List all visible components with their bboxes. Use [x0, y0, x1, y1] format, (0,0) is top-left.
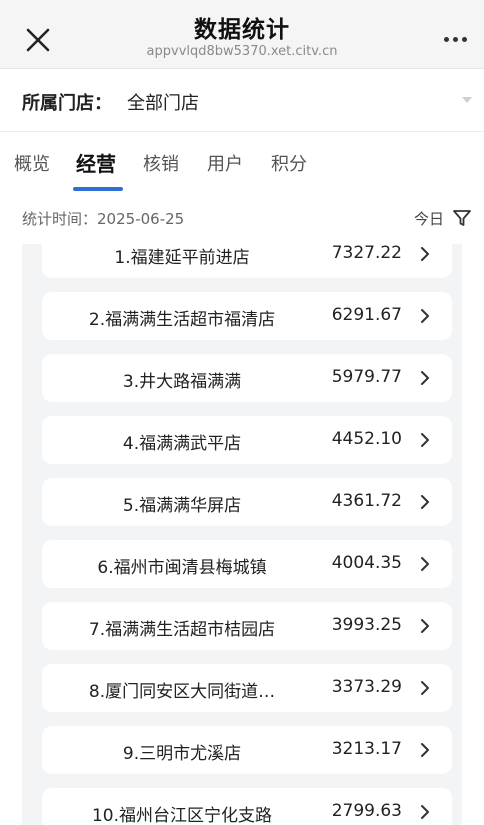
- tab-points[interactable]: 积分: [271, 150, 307, 176]
- store-name: 6.福州市闽清县梅城镇: [97, 558, 267, 578]
- store-name: 10.福州台江区宁化支路: [91, 806, 273, 825]
- store-amount: 6291.67: [331, 305, 402, 325]
- chevron-right-icon[interactable]: [418, 804, 432, 820]
- chevron-right-icon[interactable]: [418, 308, 432, 324]
- date-range-label[interactable]: 今日: [414, 208, 444, 229]
- store-selector[interactable]: 所属门店： 全部门店: [0, 69, 484, 132]
- store-name: 3.井大路福满满: [122, 372, 242, 392]
- list-item[interactable]: 1.福建延平前进店 7327.22: [42, 244, 452, 278]
- chevron-right-icon[interactable]: [418, 742, 432, 758]
- tab-bar: 概览 经营 核销 用户 积分: [0, 132, 484, 192]
- store-amount: 7327.22: [331, 244, 402, 263]
- store-amount: 4004.35: [331, 553, 402, 573]
- title-bar: 数据统计 appvvlqd8bw5370.xet.citv.cn: [0, 0, 484, 69]
- store-amount: 4452.10: [331, 429, 402, 449]
- more-dot-icon: [461, 36, 467, 42]
- store-name: 1.福建延平前进店: [114, 248, 250, 268]
- store-label: 所属门店：: [22, 93, 112, 114]
- tab-users[interactable]: 用户: [207, 150, 243, 176]
- list-item[interactable]: 5.福满满华屏店 4361.72: [42, 478, 452, 526]
- more-dot-icon: [443, 36, 449, 42]
- store-amount: 2799.63: [331, 801, 402, 821]
- chevron-right-icon[interactable]: [418, 370, 432, 386]
- stat-date: 统计时间：2025-06-25: [22, 208, 184, 229]
- store-value[interactable]: 全部门店: [127, 89, 199, 115]
- chevron-down-icon[interactable]: [462, 97, 472, 103]
- chevron-right-icon[interactable]: [418, 680, 432, 696]
- list-item[interactable]: 9.三明市尤溪店 3213.17: [42, 726, 452, 774]
- tab-operations[interactable]: 经营: [76, 148, 116, 177]
- page-title: 数据统计: [194, 17, 290, 43]
- store-name: 9.三明市尤溪店: [122, 744, 242, 764]
- chevron-right-icon[interactable]: [418, 618, 432, 634]
- more-button[interactable]: [438, 26, 472, 52]
- store-name: 7.福满满生活超市桔园店: [88, 620, 276, 640]
- active-tab-indicator: [73, 187, 123, 191]
- list-item[interactable]: 3.井大路福满满 5979.77: [42, 354, 452, 402]
- list-item[interactable]: 2.福满满生活超市福清店 6291.67: [42, 292, 452, 340]
- chevron-right-icon[interactable]: [418, 246, 432, 262]
- store-amount: 3993.25: [331, 615, 402, 635]
- stat-date-value: 2025-06-25: [97, 210, 185, 228]
- filter-icon[interactable]: [452, 208, 472, 228]
- list-item[interactable]: 8.厦门同安区大同街道… 3373.29: [42, 664, 452, 712]
- tab-redemption[interactable]: 核销: [143, 150, 179, 176]
- chevron-right-icon[interactable]: [418, 556, 432, 572]
- chevron-right-icon[interactable]: [418, 494, 432, 510]
- list-item[interactable]: 7.福满满生活超市桔园店 3993.25: [42, 602, 452, 650]
- store-amount: 4361.72: [331, 491, 402, 511]
- store-name: 2.福满满生活超市福清店: [88, 310, 276, 330]
- store-amount: 5979.77: [331, 367, 402, 387]
- list-item[interactable]: 4.福满满武平店 4452.10: [42, 416, 452, 464]
- store-amount: 3373.29: [331, 677, 402, 697]
- date-row: 统计时间：2025-06-25 今日: [0, 192, 484, 244]
- store-name: 5.福满满华屏店: [122, 496, 242, 516]
- list-item[interactable]: 10.福州台江区宁化支路 2799.63: [42, 788, 452, 825]
- page-url: appvvlqd8bw5370.xet.citv.cn: [146, 44, 338, 59]
- chevron-right-icon[interactable]: [418, 432, 432, 448]
- store-name: 8.厦门同安区大同街道…: [88, 682, 276, 702]
- more-dot-icon: [452, 36, 458, 42]
- list-item[interactable]: 6.福州市闽清县梅城镇 4004.35: [42, 540, 452, 588]
- ranking-list: 1.福建延平前进店 7327.22 2.福满满生活超市福清店 6291.67 3…: [22, 244, 462, 825]
- store-amount: 3213.17: [331, 739, 402, 759]
- tab-overview[interactable]: 概览: [14, 150, 50, 176]
- store-name: 4.福满满武平店: [122, 434, 242, 454]
- stat-date-label: 统计时间：: [22, 210, 98, 228]
